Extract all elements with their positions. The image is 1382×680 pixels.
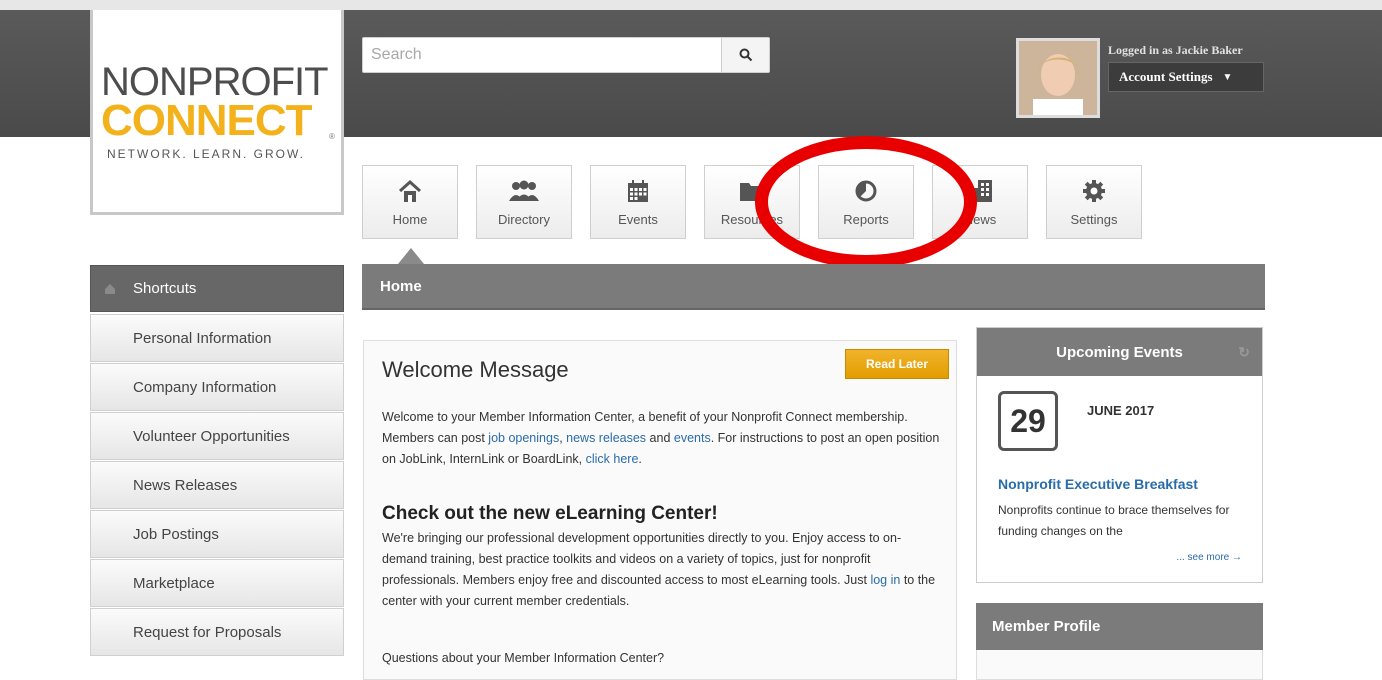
nav-label: Directory — [497, 212, 550, 227]
sidebar-heading: Shortcuts — [90, 265, 344, 312]
upcoming-events-card: Upcoming Events ↻ 29 JUNE 2017 Nonprofit… — [976, 327, 1263, 583]
read-later-button[interactable]: Read Later — [845, 349, 949, 379]
nav-tile-directory[interactable]: Directory — [476, 165, 572, 239]
people-icon — [509, 180, 539, 201]
sidebar-item-label: Volunteer Opportunities — [133, 427, 290, 445]
sidebar-item-label: Job Postings — [133, 525, 219, 543]
search-box — [362, 37, 770, 73]
sidebar-item-company-information[interactable]: Company Information — [90, 363, 344, 411]
elearning-paragraph: We're bringing our professional developm… — [382, 528, 942, 612]
sidebar-item-marketplace[interactable]: Marketplace — [90, 559, 344, 607]
nav-label: Home — [392, 212, 428, 227]
sidebar-item-label: Personal Information — [133, 329, 272, 347]
news-releases-link[interactable]: news releases — [566, 431, 646, 445]
member-profile-heading: Member Profile — [976, 603, 1263, 650]
refresh-icon[interactable]: ↻ — [1238, 344, 1250, 361]
welcome-card: Welcome Message Read Later Welcome to yo… — [363, 340, 957, 680]
top-strip — [0, 0, 1382, 10]
sidebar-item-label: News Releases — [133, 476, 238, 494]
caret-down-icon: ▼ — [1222, 71, 1233, 83]
text: We're bringing our professional developm… — [382, 531, 902, 587]
active-tab-pointer — [398, 248, 424, 264]
click-here-link[interactable]: click here — [586, 452, 639, 466]
text: . — [638, 452, 642, 466]
sidebar-heading-label: Shortcuts — [133, 280, 197, 297]
home-icon — [398, 179, 422, 202]
questions-text: Questions about your Member Information … — [382, 651, 665, 665]
logo-tagline: NETWORK. LEARN. GROW. — [107, 147, 306, 161]
member-profile-body — [976, 650, 1263, 680]
sidebar-item-personal-information[interactable]: Personal Information — [90, 314, 344, 362]
sidebar-item-job-postings[interactable]: Job Postings — [90, 510, 344, 558]
highlight-circle — [755, 136, 977, 268]
sidebar-item-label: Marketplace — [133, 574, 215, 592]
nav-tile-home[interactable]: Home — [362, 165, 458, 239]
sidebar-item-news-releases[interactable]: News Releases — [90, 461, 344, 509]
home-small-icon — [105, 284, 115, 294]
account-settings-label: Account Settings — [1119, 69, 1213, 84]
see-more-link[interactable]: ... see more → — [1176, 552, 1242, 563]
nav-label: Events — [618, 212, 658, 227]
text: and — [646, 431, 674, 445]
section-title: Home — [362, 264, 1265, 310]
welcome-paragraph: Welcome to your Member Information Cente… — [382, 407, 942, 470]
welcome-title: Welcome Message — [382, 357, 569, 382]
logged-in-text: Logged in as Jackie Baker — [1108, 43, 1243, 57]
gear-icon — [1083, 180, 1105, 202]
nav-label: Settings — [1070, 212, 1118, 227]
account-settings-button[interactable]: Account Settings ▼ — [1108, 62, 1264, 92]
events-heading: Upcoming Events — [1056, 343, 1183, 361]
search-button[interactable] — [721, 38, 769, 72]
logo[interactable]: NONPROFIT CONNECT ® NETWORK. LEARN. GROW… — [90, 10, 344, 215]
event-day: 29 — [998, 391, 1058, 451]
logo-line2: CONNECT — [101, 96, 313, 145]
user-avatar-icon — [1019, 41, 1097, 115]
calendar-icon — [628, 180, 648, 202]
nav-tile-events[interactable]: Events — [590, 165, 686, 239]
search-icon — [739, 48, 752, 62]
sidebar-item-volunteer-opportunities[interactable]: Volunteer Opportunities — [90, 412, 344, 460]
sidebar-item-label: Request for Proposals — [133, 623, 282, 641]
elearning-heading: Check out the new eLearning Center! — [382, 503, 718, 524]
nav-tile-settings[interactable]: Settings — [1046, 165, 1142, 239]
events-link[interactable]: events — [674, 431, 711, 445]
event-description: Nonprofits continue to brace themselves … — [998, 503, 1230, 538]
search-input[interactable] — [363, 38, 721, 72]
job-openings-link[interactable]: job openings — [488, 431, 559, 445]
log-in-link[interactable]: log in — [870, 573, 900, 587]
event-title-link[interactable]: Nonprofit Executive Breakfast — [998, 476, 1198, 492]
avatar[interactable] — [1016, 38, 1100, 118]
sidebar-item-label: Company Information — [133, 378, 277, 396]
registered-mark: ® — [329, 132, 335, 141]
sidebar-item-request-for-proposals[interactable]: Request for Proposals — [90, 608, 344, 656]
events-header: Upcoming Events ↻ — [977, 328, 1262, 376]
event-month: JUNE 2017 — [1087, 403, 1155, 418]
